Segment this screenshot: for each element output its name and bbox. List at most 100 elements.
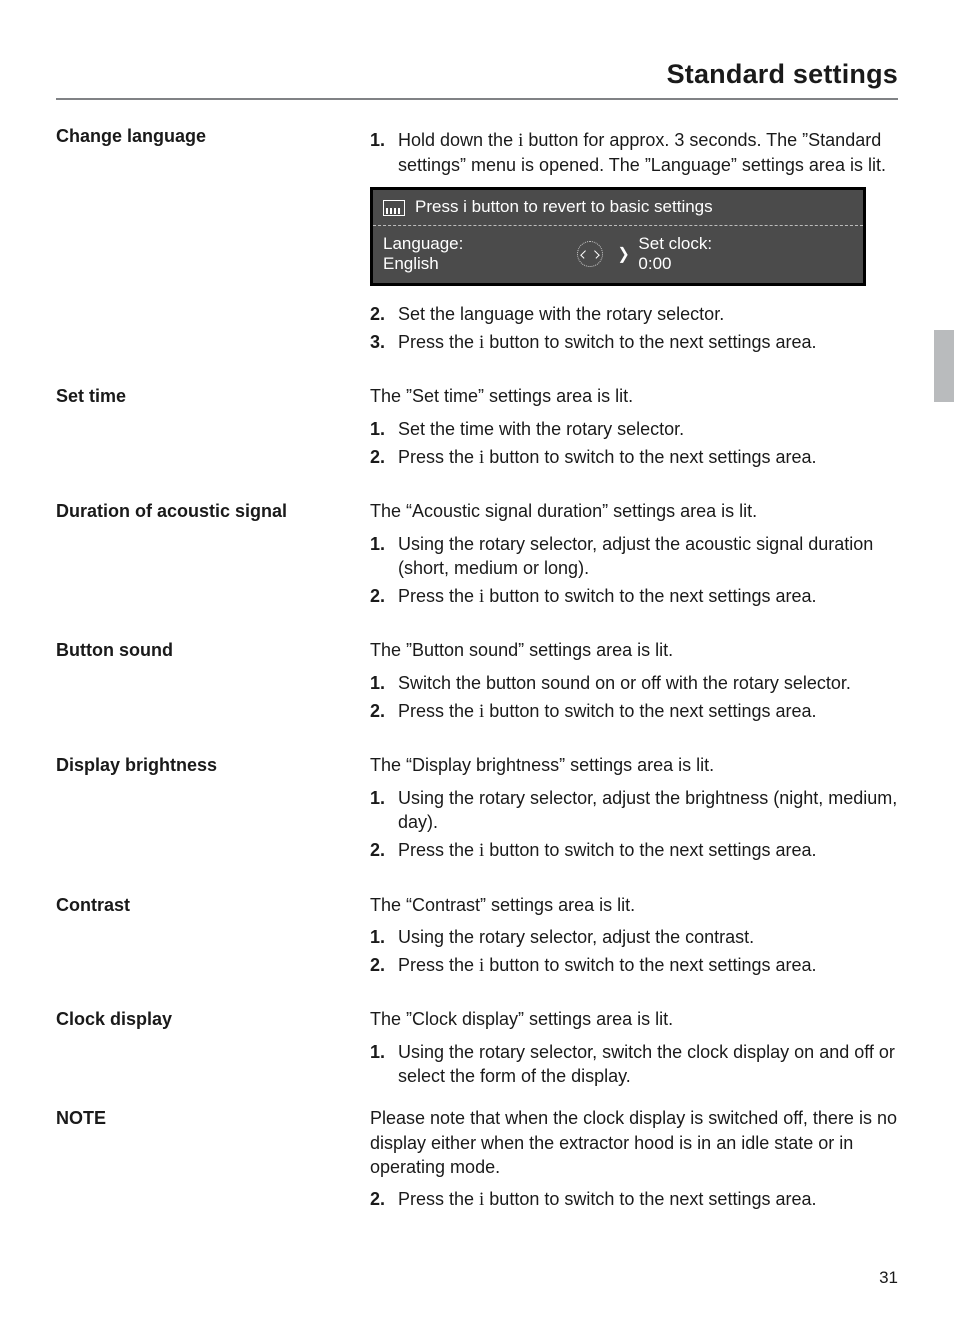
steps: 1. Switch the button sound on or off wit… <box>370 671 898 724</box>
step-text: Press the i button to switch to the next… <box>392 330 898 354</box>
step-1: 1. Using the rotary selector, adjust the… <box>370 925 898 949</box>
steps: 1. Using the rotary selector, switch the… <box>370 1040 898 1089</box>
step-2: 2. Set the language with the rotary sele… <box>370 302 898 326</box>
step-text: Switch the button sound on or off with t… <box>392 671 898 695</box>
lcd-clock-label: Set clock: <box>638 234 712 254</box>
lcd-language-label: Language: <box>383 234 563 254</box>
step-1: 1. Using the rotary selector, adjust the… <box>370 532 898 581</box>
info-i-icon: i <box>479 588 484 607</box>
lcd-bottom: Language: English ❯ Set clock: 0:00 <box>373 226 863 283</box>
step-number: 1. <box>370 786 392 810</box>
heading-change-language: Change language <box>56 124 346 360</box>
intro: The “Acoustic signal duration” settings … <box>370 499 898 523</box>
section-clock-display: Clock display The ”Clock display” settin… <box>56 1007 898 1094</box>
content-contrast: The “Contrast” settings area is lit. 1. … <box>370 893 898 984</box>
lcd-top-text: Press i button to revert to basic settin… <box>415 196 713 219</box>
steps: 1. Hold down the i button for approx. 3 … <box>370 128 898 177</box>
step-text: Set the time with the rotary selector. <box>392 417 898 441</box>
section-change-language: Change language 1. Hold down the i butto… <box>56 124 898 360</box>
step-text: Set the language with the rotary selecto… <box>392 302 898 326</box>
intro: The ”Button sound” settings area is lit. <box>370 638 898 662</box>
lcd-language-value: English <box>383 254 563 274</box>
step-text: Using the rotary selector, adjust the co… <box>392 925 898 949</box>
step-number: 2. <box>370 838 392 862</box>
step-2: 2. Press the i button to switch to the n… <box>370 699 898 723</box>
steps: 1. Using the rotary selector, adjust the… <box>370 925 898 978</box>
step-number: 2. <box>370 584 392 608</box>
step-2: 2. Press the i button to switch to the n… <box>370 584 898 608</box>
heading-button-sound: Button sound <box>56 638 346 729</box>
step-2: 2. Press the i button to switch to the n… <box>370 1187 898 1211</box>
steps: 1. Set the time with the rotary selector… <box>370 417 898 470</box>
section-button-sound: Button sound The ”Button sound” settings… <box>56 638 898 729</box>
step-1: 1. Using the rotary selector, adjust the… <box>370 786 898 835</box>
step-number: 2. <box>370 1187 392 1211</box>
page: Standard settings Change language 1. Hol… <box>0 0 954 1326</box>
section-display-brightness: Display brightness The “Display brightne… <box>56 753 898 868</box>
section-contrast: Contrast The “Contrast” settings area is… <box>56 893 898 984</box>
step-2: 2. Press the i button to switch to the n… <box>370 445 898 469</box>
step-text: Press the i button to switch to the next… <box>392 838 898 862</box>
info-i-icon: i <box>518 132 523 151</box>
step-text: Using the rotary selector, adjust the br… <box>392 786 898 835</box>
title-rule: Standard settings <box>56 56 898 100</box>
step-text: Hold down the i button for approx. 3 sec… <box>392 128 898 177</box>
step-1: 1. Set the time with the rotary selector… <box>370 417 898 441</box>
step-text: Press the i button to switch to the next… <box>392 953 898 977</box>
step-number: 2. <box>370 445 392 469</box>
intro: The “Display brightness” settings area i… <box>370 753 898 777</box>
heading-display-brightness: Display brightness <box>56 753 346 868</box>
step-number: 1. <box>370 671 392 695</box>
section-acoustic: Duration of acoustic signal The “Acousti… <box>56 499 898 614</box>
heading-note: NOTE <box>56 1106 346 1217</box>
step-text: Press the i button to switch to the next… <box>392 445 898 469</box>
section-note: NOTE Please note that when the clock dis… <box>56 1106 898 1217</box>
step-2: 2. Press the i button to switch to the n… <box>370 953 898 977</box>
lcd-top-bar: Press i button to revert to basic settin… <box>373 190 863 226</box>
content-set-time: The ”Set time” settings area is lit. 1. … <box>370 384 898 475</box>
intro: The “Contrast” settings area is lit. <box>370 893 898 917</box>
steps: 1. Using the rotary selector, adjust the… <box>370 532 898 609</box>
content-clock-display: The ”Clock display” settings area is lit… <box>370 1007 898 1094</box>
info-i-icon: i <box>479 1191 484 1210</box>
info-i-icon: i <box>479 334 484 353</box>
step-3: 3. Press the i button to switch to the n… <box>370 330 898 354</box>
step-number: 2. <box>370 302 392 326</box>
lcd-clock: Set clock: 0:00 <box>638 234 712 275</box>
page-number: 31 <box>879 1267 898 1290</box>
note-text: Please note that when the clock display … <box>370 1106 898 1179</box>
step-text: Press the i button to switch to the next… <box>392 699 898 723</box>
arrow-right-icon: ❯ <box>618 244 630 266</box>
heading-clock-display: Clock display <box>56 1007 346 1094</box>
info-i-icon: i <box>479 957 484 976</box>
step-number: 1. <box>370 532 392 556</box>
step-number: 1. <box>370 925 392 949</box>
step-1: 1. Hold down the i button for approx. 3 … <box>370 128 898 177</box>
heading-contrast: Contrast <box>56 893 346 984</box>
heading-acoustic: Duration of acoustic signal <box>56 499 346 614</box>
rotary-selector-icon <box>577 241 603 267</box>
intro: The ”Set time” settings area is lit. <box>370 384 898 408</box>
content-acoustic: The “Acoustic signal duration” settings … <box>370 499 898 614</box>
steps: 2. Set the language with the rotary sele… <box>370 302 898 355</box>
page-title: Standard settings <box>56 56 898 92</box>
content-display-brightness: The “Display brightness” settings area i… <box>370 753 898 868</box>
content-note: Please note that when the clock display … <box>370 1106 898 1217</box>
step-2: 2. Press the i button to switch to the n… <box>370 838 898 862</box>
step-text: Press the i button to switch to the next… <box>392 1187 898 1211</box>
content-button-sound: The ”Button sound” settings area is lit.… <box>370 638 898 729</box>
thumb-tab <box>934 330 954 402</box>
step-text: Using the rotary selector, switch the cl… <box>392 1040 898 1089</box>
section-set-time: Set time The ”Set time” settings area is… <box>56 384 898 475</box>
info-i-icon: i <box>479 842 484 861</box>
heading-set-time: Set time <box>56 384 346 475</box>
info-i-icon: i <box>479 703 484 722</box>
step-text: Using the rotary selector, adjust the ac… <box>392 532 898 581</box>
step-number: 2. <box>370 699 392 723</box>
step-number: 1. <box>370 417 392 441</box>
steps: 2. Press the i button to switch to the n… <box>370 1187 898 1211</box>
step-1: 1. Switch the button sound on or off wit… <box>370 671 898 695</box>
step-text: Press the i button to switch to the next… <box>392 584 898 608</box>
steps: 1. Using the rotary selector, adjust the… <box>370 786 898 863</box>
step-1: 1. Using the rotary selector, switch the… <box>370 1040 898 1089</box>
